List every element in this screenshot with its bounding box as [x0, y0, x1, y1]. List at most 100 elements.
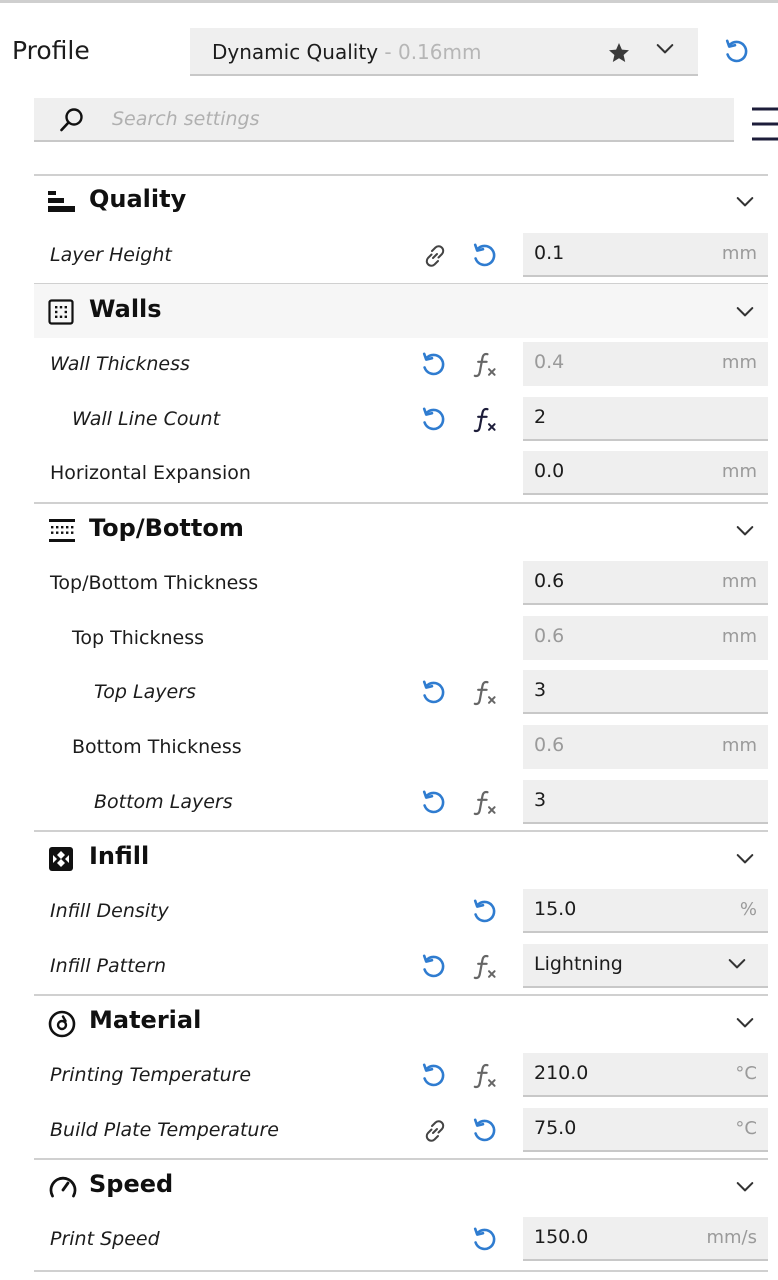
field-value: 75.0: [534, 1117, 577, 1139]
top-layers-field[interactable]: 3: [523, 670, 768, 714]
setting-row-top-thickness: Top Thickness 0.6 mm: [0, 612, 778, 666]
setting-row-top-layers: Top Layers 3: [0, 666, 778, 720]
category-title: Speed: [89, 1170, 174, 1198]
field-value: 0.0: [534, 460, 565, 482]
category-walls[interactable]: Walls: [34, 284, 768, 338]
field-value: 3: [534, 789, 547, 811]
category-title: Infill: [89, 842, 150, 870]
chevron-down-icon: [728, 958, 746, 970]
category-title: Quality: [89, 185, 187, 213]
menu-icon[interactable]: [752, 106, 778, 142]
top-bottom-icon: [49, 519, 75, 542]
setting-row-print-speed: Print Speed 150.0 mm/s: [0, 1213, 778, 1267]
profile-reset-icon[interactable]: [724, 38, 750, 66]
reset-icon[interactable]: [472, 898, 498, 926]
wall-thickness-field[interactable]: 0.4 mm: [523, 342, 768, 386]
setting-row-printing-temperature: Printing Temperature 210.0 °C: [0, 1049, 778, 1103]
setting-label: Printing Temperature: [50, 1064, 252, 1086]
field-value: 0.6: [534, 625, 565, 647]
reset-icon[interactable]: [421, 679, 447, 707]
field-value: 0.6: [534, 734, 565, 756]
field-unit: mm: [721, 461, 757, 482]
infill-pattern-select[interactable]: Lightning: [523, 944, 768, 988]
category-infill[interactable]: Infill: [34, 831, 768, 885]
setting-label: Layer Height: [50, 244, 172, 266]
profile-dropdown[interactable]: Dynamic Quality - 0.16mm: [190, 28, 698, 76]
setting-label: Infill Pattern: [50, 955, 167, 977]
field-value: 150.0: [534, 1226, 589, 1248]
infill-icon: [49, 847, 73, 871]
star-icon[interactable]: [607, 41, 631, 65]
top-bottom-thickness-field[interactable]: 0.6 mm: [523, 561, 768, 605]
setting-label: Wall Thickness: [50, 353, 190, 375]
reset-icon[interactable]: [421, 1062, 447, 1090]
link-icon: [421, 1117, 449, 1145]
chevron-down-icon[interactable]: [736, 1181, 754, 1193]
printing-temperature-field[interactable]: 210.0 °C: [523, 1053, 768, 1097]
field-unit: mm: [721, 571, 757, 592]
search-bar[interactable]: [34, 98, 734, 142]
category-top-bottom[interactable]: Top/Bottom: [34, 503, 768, 557]
category-divider: [34, 1270, 768, 1272]
reset-icon[interactable]: [421, 351, 447, 379]
build-plate-temperature-field[interactable]: 75.0 °C: [523, 1108, 768, 1152]
setting-label: Print Speed: [50, 1228, 160, 1250]
profile-label: Profile: [12, 36, 90, 65]
chevron-down-icon[interactable]: [736, 306, 754, 318]
search-icon: [60, 108, 83, 132]
category-quality[interactable]: Quality: [34, 174, 768, 228]
formula-icon: [472, 1062, 500, 1090]
setting-label: Horizontal Expansion: [50, 462, 251, 484]
setting-row-infill-pattern: Infill Pattern Lightning: [0, 940, 778, 994]
bottom-layers-field[interactable]: 3: [523, 780, 768, 824]
reset-icon[interactable]: [421, 406, 447, 434]
link-icon: [421, 242, 449, 270]
chevron-down-icon[interactable]: [736, 853, 754, 865]
field-value: 0.1: [534, 242, 565, 264]
chevron-down-icon[interactable]: [736, 1017, 754, 1029]
setting-label: Wall Line Count: [72, 408, 221, 430]
reset-icon[interactable]: [472, 242, 498, 270]
category-speed[interactable]: Speed: [34, 1159, 768, 1213]
chevron-down-icon[interactable]: [656, 43, 674, 55]
reset-icon[interactable]: [421, 789, 447, 817]
layer-height-field[interactable]: 0.1 mm: [523, 233, 768, 277]
formula-icon: [472, 351, 500, 379]
profile-layer-suffix: - 0.16mm: [384, 40, 482, 64]
field-value: 210.0: [534, 1062, 589, 1084]
field-unit: °C: [735, 1063, 757, 1084]
field-value: 0.6: [534, 570, 565, 592]
chevron-down-icon[interactable]: [736, 525, 754, 537]
setting-label: Build Plate Temperature: [50, 1119, 279, 1141]
field-unit: mm: [721, 352, 757, 373]
field-unit: mm: [721, 626, 757, 647]
quality-icon: [48, 191, 75, 212]
chevron-down-icon[interactable]: [736, 196, 754, 208]
field-value: 2: [534, 406, 547, 428]
walls-icon: [48, 299, 74, 325]
field-unit: mm: [721, 735, 757, 756]
horizontal-expansion-field[interactable]: 0.0 mm: [523, 451, 768, 495]
reset-icon[interactable]: [472, 1226, 498, 1254]
print-speed-field[interactable]: 150.0 mm/s: [523, 1217, 768, 1261]
top-thickness-field[interactable]: 0.6 mm: [523, 616, 768, 660]
infill-density-field[interactable]: 15.0%: [523, 889, 768, 933]
field-unit: °C: [735, 1118, 757, 1139]
category-material[interactable]: Material: [34, 995, 768, 1049]
setting-row-bottom-layers: Bottom Layers 3: [0, 776, 778, 830]
reset-icon[interactable]: [472, 1117, 498, 1145]
formula-icon: [472, 679, 500, 707]
formula-icon: [472, 789, 500, 817]
field-unit: mm: [721, 243, 757, 264]
field-unit: %: [739, 899, 757, 920]
setting-label: Bottom Layers: [94, 791, 233, 813]
wall-line-count-field[interactable]: 2: [523, 397, 768, 441]
bottom-thickness-field[interactable]: 0.6 mm: [523, 725, 768, 769]
reset-icon[interactable]: [421, 953, 447, 981]
field-value: 15.0: [534, 898, 577, 920]
setting-row-top-bottom-thickness: Top/Bottom Thickness 0.6 mm: [0, 557, 778, 611]
setting-row-build-plate-temperature: Build Plate Temperature 75.0 °C: [0, 1104, 778, 1158]
search-input[interactable]: [112, 106, 692, 132]
setting-row-wall-line-count: Wall Line Count 2: [0, 393, 778, 447]
setting-label: Bottom Thickness: [72, 736, 242, 758]
